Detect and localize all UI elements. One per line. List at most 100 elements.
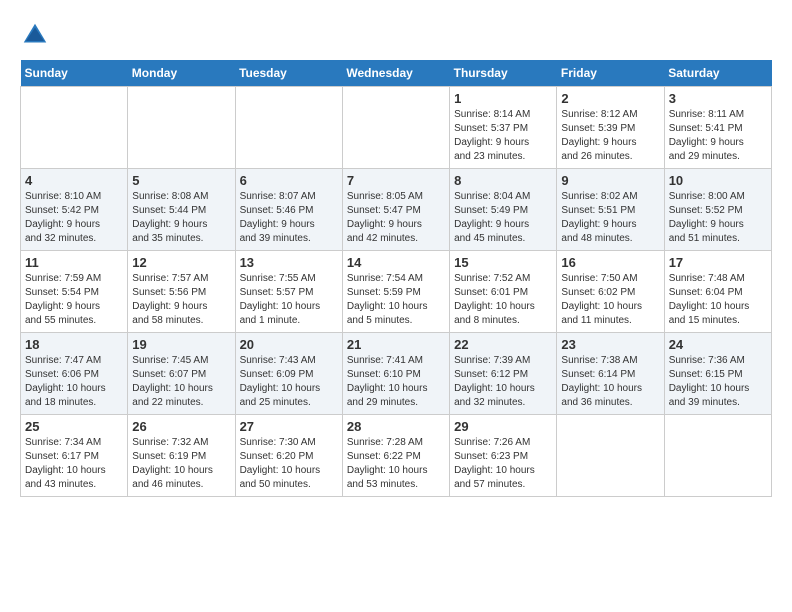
day-number: 13 [240, 255, 338, 270]
table-row: 5Sunrise: 8:08 AM Sunset: 5:44 PM Daylig… [128, 169, 235, 251]
table-row: 15 Sunrise: 7:52 AM Sunset: 6:01 PM Dayli… [450, 251, 557, 333]
day-info: Sunrise: 7:34 AM Sunset: 6:17 PM Dayligh… [25, 436, 123, 492]
day-info: Sunrise: 7:32 AM Sunset: 6:19 PM Dayligh… [132, 436, 230, 492]
day-number: 17 [669, 255, 767, 270]
table-row: 27 Sunrise: 7:30 AM Sunset: 6:20 PM Dayli… [235, 415, 342, 497]
day-number: 18 [25, 337, 123, 352]
calendar-week-row: 4 Sunrise: 8:10 AM Sunset: 5:42 PM Daylig… [21, 169, 772, 251]
table-row: 28 Sunrise: 7:28 AM Sunset: 6:22 PM Dayli… [342, 415, 449, 497]
table-row [664, 415, 771, 497]
day-number: 15 [454, 255, 552, 270]
table-row: 2 Sunrise: 8:12 AM Sunset: 5:39 PM Daylig… [557, 87, 664, 169]
table-row: 7 Sunrise: 8:05 AM Sunset: 5:47 PM Daylig… [342, 169, 449, 251]
day-number: 28 [347, 419, 445, 434]
day-info: Sunrise: 8:12 AM Sunset: 5:39 PM Dayligh… [561, 108, 659, 164]
day-number: 19 [132, 337, 230, 352]
day-info: Sunrise: 8:00 AM Sunset: 5:52 PM Dayligh… [669, 190, 767, 246]
table-row [21, 87, 128, 169]
day-number: 20 [240, 337, 338, 352]
day-number: 25 [25, 419, 123, 434]
day-number: 9 [561, 173, 659, 188]
day-number: 12 [132, 255, 230, 270]
table-row [557, 415, 664, 497]
day-info: Sunrise: 7:50 AM Sunset: 6:02 PM Dayligh… [561, 272, 659, 328]
day-info: Sunrise: 7:45 AM Sunset: 6:07 PM Dayligh… [132, 354, 230, 410]
table-row: 19 Sunrise: 7:45 AM Sunset: 6:07 PM Dayli… [128, 333, 235, 415]
day-info: Sunrise: 7:38 AM Sunset: 6:14 PM Dayligh… [561, 354, 659, 410]
day-number: 8 [454, 173, 552, 188]
table-row: 8 Sunrise: 8:04 AM Sunset: 5:49 PM Daylig… [450, 169, 557, 251]
day-info: Sunrise: 7:54 AM Sunset: 5:59 PM Dayligh… [347, 272, 445, 328]
table-row [342, 87, 449, 169]
table-row: 17 Sunrise: 7:48 AM Sunset: 6:04 PM Dayli… [664, 251, 771, 333]
day-number: 26 [132, 419, 230, 434]
page-header [20, 20, 772, 50]
table-row: 1 Sunrise: 8:14 AM Sunset: 5:37 PM Daylig… [450, 87, 557, 169]
day-info: Sunrise: 7:59 AM Sunset: 5:54 PM Dayligh… [25, 272, 123, 328]
day-number: 23 [561, 337, 659, 352]
calendar-table: Sunday Monday Tuesday Wednesday Thursday… [20, 60, 772, 497]
day-info: Sunrise: 7:41 AM Sunset: 6:10 PM Dayligh… [347, 354, 445, 410]
day-number: 22 [454, 337, 552, 352]
table-row: 23 Sunrise: 7:38 AM Sunset: 6:14 PM Dayli… [557, 333, 664, 415]
table-row: 3 Sunrise: 8:11 AM Sunset: 5:41 PM Daylig… [664, 87, 771, 169]
day-info: Sunrise: 7:36 AM Sunset: 6:15 PM Dayligh… [669, 354, 767, 410]
day-info: Sunrise: 8:11 AM Sunset: 5:41 PM Dayligh… [669, 108, 767, 164]
table-row: 26 Sunrise: 7:32 AM Sunset: 6:19 PM Dayli… [128, 415, 235, 497]
day-number: 7 [347, 173, 445, 188]
table-row: 25 Sunrise: 7:34 AM Sunset: 6:17 PM Dayli… [21, 415, 128, 497]
table-row: 16 Sunrise: 7:50 AM Sunset: 6:02 PM Dayli… [557, 251, 664, 333]
day-number: 4 [25, 173, 123, 188]
calendar-week-row: 11 Sunrise: 7:59 AM Sunset: 5:54 PM Dayli… [21, 251, 772, 333]
table-row: 21 Sunrise: 7:41 AM Sunset: 6:10 PM Dayli… [342, 333, 449, 415]
day-number: 27 [240, 419, 338, 434]
day-number: 10 [669, 173, 767, 188]
day-info: Sunrise: 7:48 AM Sunset: 6:04 PM Dayligh… [669, 272, 767, 328]
day-info: Sunrise: 8:05 AM Sunset: 5:47 PM Dayligh… [347, 190, 445, 246]
table-row: 29 Sunrise: 7:26 AM Sunset: 6:23 PM Dayli… [450, 415, 557, 497]
header-wednesday: Wednesday [342, 60, 449, 87]
table-row: 20 Sunrise: 7:43 AM Sunset: 6:09 PM Dayli… [235, 333, 342, 415]
day-number: 3 [669, 91, 767, 106]
header-friday: Friday [557, 60, 664, 87]
day-number: 2 [561, 91, 659, 106]
day-info: Sunrise: 8:04 AM Sunset: 5:49 PM Dayligh… [454, 190, 552, 246]
day-number: 21 [347, 337, 445, 352]
table-row: 24Sunrise: 7:36 AM Sunset: 6:15 PM Dayli… [664, 333, 771, 415]
logo-icon [20, 20, 50, 50]
day-number: 6 [240, 173, 338, 188]
day-number: 16 [561, 255, 659, 270]
day-info: Sunrise: 7:30 AM Sunset: 6:20 PM Dayligh… [240, 436, 338, 492]
day-info: Sunrise: 7:26 AM Sunset: 6:23 PM Dayligh… [454, 436, 552, 492]
day-info: Sunrise: 8:08 AM Sunset: 5:44 PM Dayligh… [132, 190, 230, 246]
header-sunday: Sunday [21, 60, 128, 87]
day-info: Sunrise: 7:55 AM Sunset: 5:57 PM Dayligh… [240, 272, 338, 328]
table-row: 18 Sunrise: 7:47 AM Sunset: 6:06 PM Dayli… [21, 333, 128, 415]
day-number: 11 [25, 255, 123, 270]
header-tuesday: Tuesday [235, 60, 342, 87]
table-row: 11 Sunrise: 7:59 AM Sunset: 5:54 PM Dayli… [21, 251, 128, 333]
logo [20, 20, 54, 50]
day-info: Sunrise: 7:52 AM Sunset: 6:01 PM Dayligh… [454, 272, 552, 328]
day-info: Sunrise: 8:10 AM Sunset: 5:42 PM Dayligh… [25, 190, 123, 246]
day-info: Sunrise: 8:07 AM Sunset: 5:46 PM Dayligh… [240, 190, 338, 246]
table-row: 6 Sunrise: 8:07 AM Sunset: 5:46 PM Daylig… [235, 169, 342, 251]
calendar-week-row: 1 Sunrise: 8:14 AM Sunset: 5:37 PM Daylig… [21, 87, 772, 169]
day-number: 29 [454, 419, 552, 434]
table-row: 4 Sunrise: 8:10 AM Sunset: 5:42 PM Daylig… [21, 169, 128, 251]
table-row: 9 Sunrise: 8:02 AM Sunset: 5:51 PM Daylig… [557, 169, 664, 251]
day-info: Sunrise: 8:02 AM Sunset: 5:51 PM Dayligh… [561, 190, 659, 246]
table-row [128, 87, 235, 169]
day-info: Sunrise: 7:47 AM Sunset: 6:06 PM Dayligh… [25, 354, 123, 410]
day-info: Sunrise: 7:43 AM Sunset: 6:09 PM Dayligh… [240, 354, 338, 410]
day-info: Sunrise: 7:39 AM Sunset: 6:12 PM Dayligh… [454, 354, 552, 410]
calendar-week-row: 18 Sunrise: 7:47 AM Sunset: 6:06 PM Dayli… [21, 333, 772, 415]
table-row [235, 87, 342, 169]
calendar-header-row: Sunday Monday Tuesday Wednesday Thursday… [21, 60, 772, 87]
day-number: 14 [347, 255, 445, 270]
header-monday: Monday [128, 60, 235, 87]
table-row: 22 Sunrise: 7:39 AM Sunset: 6:12 PM Dayli… [450, 333, 557, 415]
day-info: Sunrise: 8:14 AM Sunset: 5:37 PM Dayligh… [454, 108, 552, 164]
day-number: 1 [454, 91, 552, 106]
day-info: Sunrise: 7:28 AM Sunset: 6:22 PM Dayligh… [347, 436, 445, 492]
